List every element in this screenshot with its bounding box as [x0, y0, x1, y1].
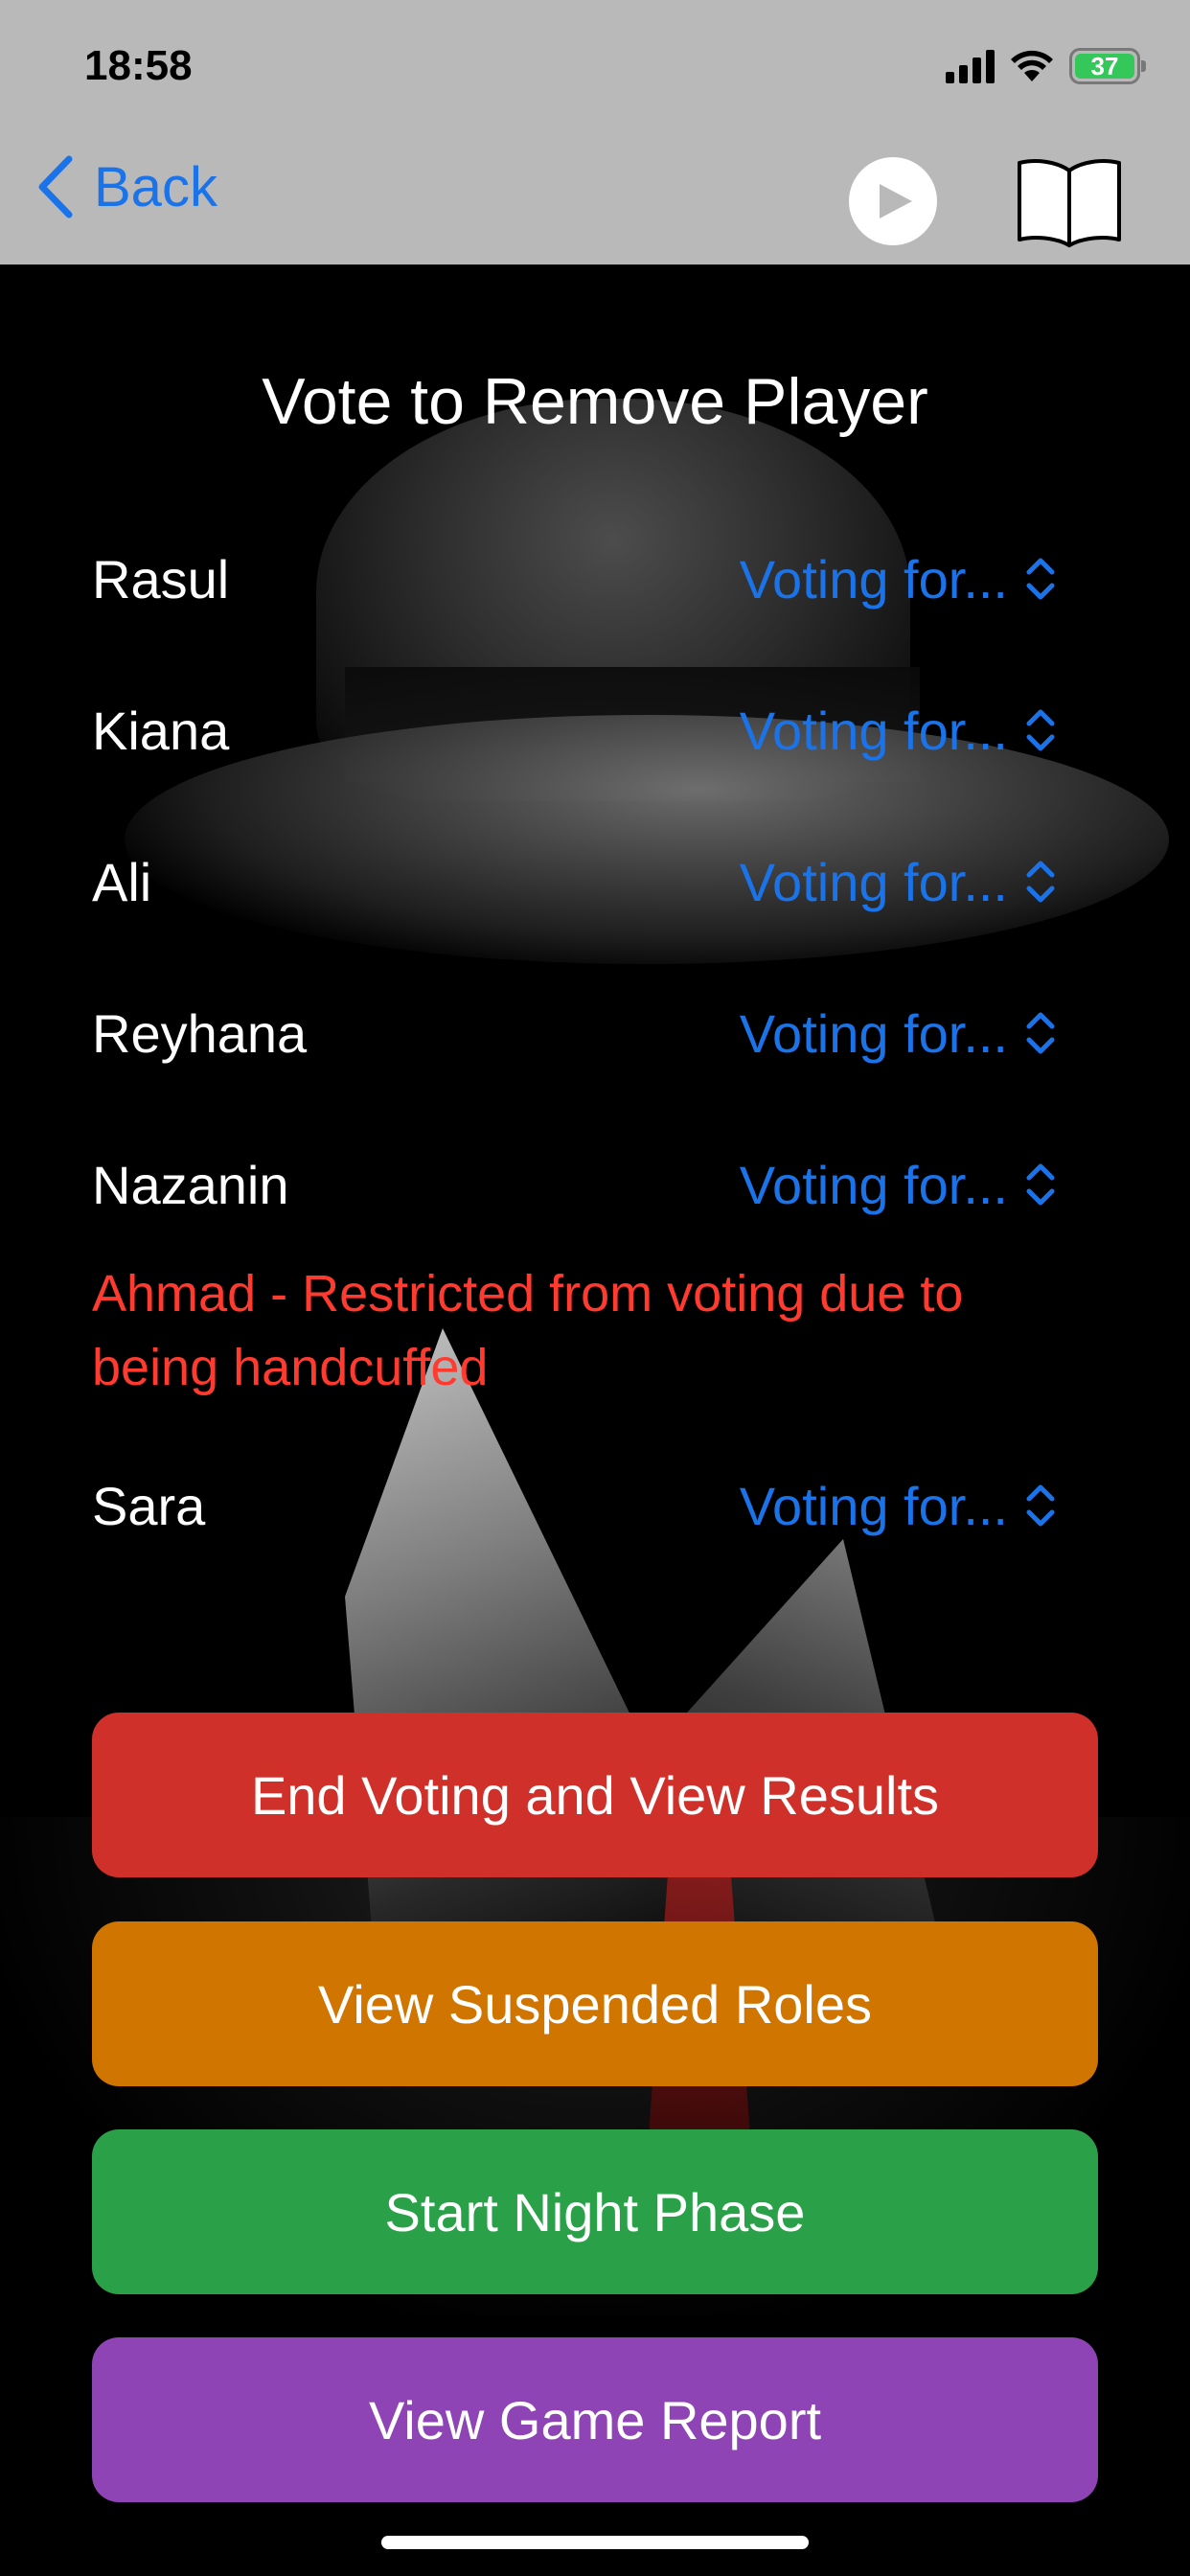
vote-row: Kiana Voting for...: [92, 687, 1060, 773]
page-title: Vote to Remove Player: [262, 365, 928, 438]
vote-target-picker[interactable]: Voting for...: [740, 851, 1060, 913]
back-button-label: Back: [94, 155, 217, 218]
vote-picker-label: Voting for...: [739, 548, 1008, 610]
book-icon[interactable]: [1014, 153, 1125, 249]
end-voting-button[interactable]: End Voting and View Results: [92, 1713, 1098, 1877]
chevron-left-icon: [38, 155, 73, 218]
view-game-report-button[interactable]: View Game Report: [92, 2337, 1098, 2502]
player-name: Nazanin: [92, 1154, 289, 1215]
chevron-up-down-icon: [1026, 709, 1055, 751]
vote-screen: 18:58 37 Back Vote to Remove Player Rasu…: [0, 0, 1190, 2576]
battery-icon: 37: [1069, 48, 1146, 84]
vote-picker-label: Voting for...: [739, 1002, 1008, 1064]
vote-target-picker[interactable]: Voting for...: [740, 700, 1060, 762]
play-button[interactable]: [849, 157, 937, 245]
play-icon: [880, 184, 912, 218]
end-voting-button-label: End Voting and View Results: [250, 1764, 940, 1826]
start-night-phase-button[interactable]: Start Night Phase: [92, 2129, 1098, 2294]
vote-row: Rasul Voting for...: [92, 536, 1060, 622]
vote-row: Nazanin Voting for...: [92, 1141, 1060, 1228]
vote-row: Reyhana Voting for...: [92, 990, 1060, 1076]
player-name: Reyhana: [92, 1002, 308, 1064]
home-indicator[interactable]: [381, 2536, 809, 2549]
player-name: Rasul: [92, 548, 230, 610]
background-collar-left: [345, 1328, 671, 1999]
chevron-up-down-icon: [1026, 1012, 1055, 1054]
vote-picker-label: Voting for...: [739, 851, 1008, 912]
chevron-up-down-icon: [1026, 558, 1055, 600]
top-bar: 18:58 37 Back: [0, 0, 1190, 264]
wifi-icon: [1011, 50, 1053, 81]
restricted-voter-notice: Ahmad - Restricted from voting due to be…: [92, 1265, 964, 1396]
vote-target-picker[interactable]: Voting for...: [740, 1002, 1060, 1065]
vote-picker-label: Voting for...: [739, 1475, 1008, 1536]
battery-level: 37: [1075, 54, 1134, 79]
view-suspended-roles-button[interactable]: View Suspended Roles: [92, 1921, 1098, 2086]
vote-picker-label: Voting for...: [739, 1154, 1008, 1215]
vote-picker-label: Voting for...: [739, 700, 1008, 761]
status-icons: 37: [946, 48, 1146, 84]
view-suspended-roles-button-label: View Suspended Roles: [317, 1973, 873, 2035]
cellular-signal-icon: [946, 49, 995, 83]
player-name: Kiana: [92, 700, 230, 761]
chevron-up-down-icon: [1026, 1484, 1055, 1527]
player-name: Ali: [92, 851, 152, 912]
vote-target-picker[interactable]: Voting for...: [740, 548, 1060, 610]
vote-row: Ali Voting for...: [92, 839, 1060, 925]
view-game-report-button-label: View Game Report: [368, 2389, 822, 2450]
vote-row: Sara Voting for...: [92, 1462, 1060, 1549]
vote-target-picker[interactable]: Voting for...: [740, 1154, 1060, 1216]
status-time: 18:58: [84, 42, 193, 89]
chevron-up-down-icon: [1026, 1163, 1055, 1206]
start-night-phase-button-label: Start Night Phase: [384, 2181, 806, 2242]
battery-cap: [1141, 60, 1146, 72]
player-name: Sara: [92, 1475, 206, 1536]
back-button[interactable]: Back: [34, 153, 217, 220]
chevron-up-down-icon: [1026, 861, 1055, 903]
vote-target-picker[interactable]: Voting for...: [740, 1475, 1060, 1537]
